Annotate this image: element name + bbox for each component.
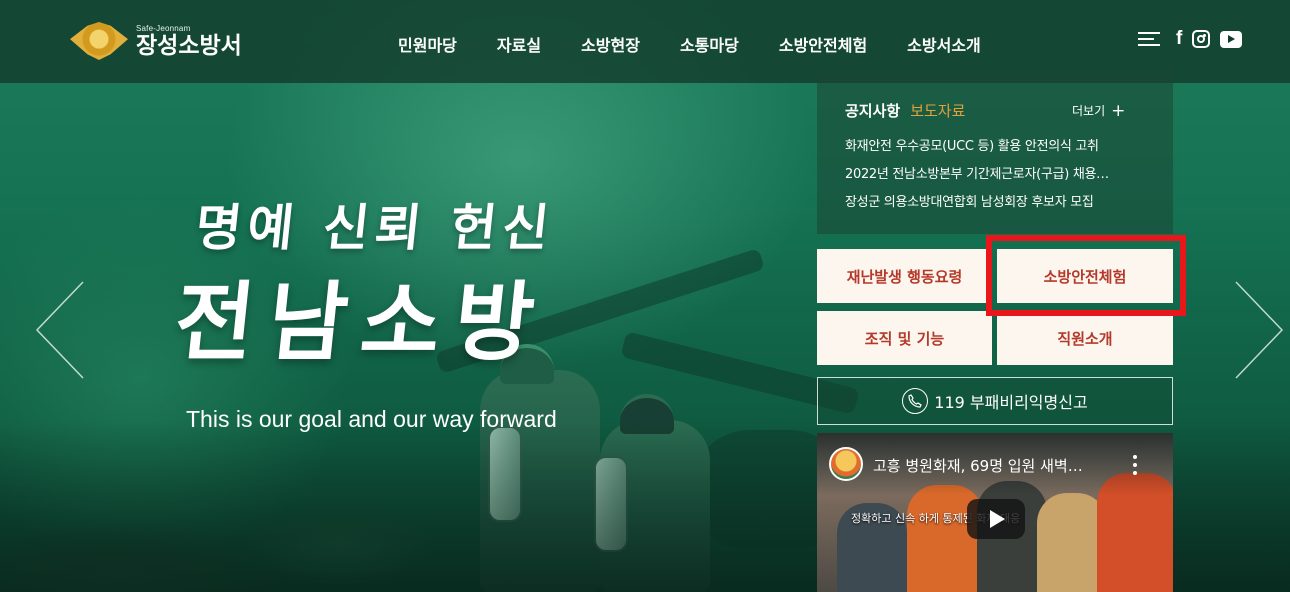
- slider-prev-arrow[interactable]: [35, 280, 85, 380]
- report-label: 119 부패비리익명신고: [934, 393, 1088, 412]
- phone-icon: [902, 388, 929, 414]
- notice-item[interactable]: 장성군 의용소방대연합회 남성회장 후보자 모집: [845, 194, 1155, 222]
- more-label: 더보기: [1072, 104, 1106, 118]
- main-nav: 민원마당 자료실 소방현장 소통마당 소방안전체험 소방서소개: [398, 32, 1021, 56]
- emblem-icon: [70, 22, 128, 60]
- logo-title: 장성소방서: [136, 32, 242, 59]
- notice-list: 화재안전 우수공모(UCC 등) 활용 안전의식 고취 2022년 전남소방본부…: [845, 138, 1155, 222]
- tab-notice[interactable]: 공지사항: [845, 100, 900, 121]
- highlight-box: [986, 235, 1186, 316]
- youtube-icon[interactable]: [1220, 30, 1243, 48]
- nav-item-about[interactable]: 소방서소개: [907, 32, 981, 56]
- nav-item-communication[interactable]: 소통마당: [680, 32, 739, 56]
- menu-icon[interactable]: [1138, 31, 1160, 47]
- nav-item-safety-experience[interactable]: 소방안전체험: [779, 32, 867, 56]
- facebook-icon[interactable]: f: [1176, 29, 1182, 48]
- nav-item-fire-scene[interactable]: 소방현장: [581, 32, 640, 56]
- slogan-title: 전남소방: [169, 272, 553, 373]
- video-title[interactable]: 고흥 병원화재, 69명 입원 새벽…: [873, 455, 1105, 476]
- disaster-guide-button[interactable]: 재난발생 행동요령: [817, 249, 992, 303]
- notice-item[interactable]: 화재안전 우수공모(UCC 등) 활용 안전의식 고취: [845, 138, 1155, 166]
- notice-item[interactable]: 2022년 전남소방본부 기간제근로자(구급) 채용…: [845, 166, 1155, 194]
- site-header: Safe-Jeonnam 장성소방서 민원마당 자료실 소방현장 소통마당 소방…: [0, 0, 1290, 83]
- anonymous-report-button[interactable]: 119 부패비리익명신고: [817, 377, 1173, 425]
- instagram-icon[interactable]: [1192, 30, 1211, 48]
- chevron-right-icon: [1235, 281, 1284, 379]
- more-options-icon[interactable]: [1131, 455, 1139, 475]
- youtube-video-embed[interactable]: 고흥 병원화재, 69명 입원 새벽… 정확하고 신속 하게 통제된 화재 대응: [817, 433, 1173, 592]
- slogan-values: 명예 신뢰 헌신: [192, 198, 558, 257]
- plus-icon: +: [1111, 100, 1126, 121]
- notice-panel: 공지사항 보도자료 더보기 + 화재안전 우수공모(UCC 등) 활용 안전의식…: [817, 72, 1173, 234]
- nav-item-civil-service[interactable]: 민원마당: [398, 32, 457, 56]
- play-icon[interactable]: [967, 499, 1025, 539]
- organization-button[interactable]: 조직 및 기능: [817, 311, 992, 365]
- site-logo[interactable]: Safe-Jeonnam 장성소방서: [70, 18, 242, 64]
- nav-item-archive[interactable]: 자료실: [497, 32, 541, 56]
- staff-intro-button[interactable]: 직원소개: [997, 311, 1173, 365]
- hero-tagline: This is our goal and our way forward: [186, 406, 557, 432]
- logo-subtitle: Safe-Jeonnam: [136, 23, 191, 33]
- channel-avatar[interactable]: [829, 447, 863, 481]
- slider-next-arrow[interactable]: [1234, 280, 1284, 380]
- chevron-left-icon: [35, 281, 84, 379]
- header-utilities: f: [1138, 29, 1243, 48]
- more-link[interactable]: 더보기 +: [1072, 102, 1125, 119]
- tab-press-release[interactable]: 보도자료: [910, 100, 965, 121]
